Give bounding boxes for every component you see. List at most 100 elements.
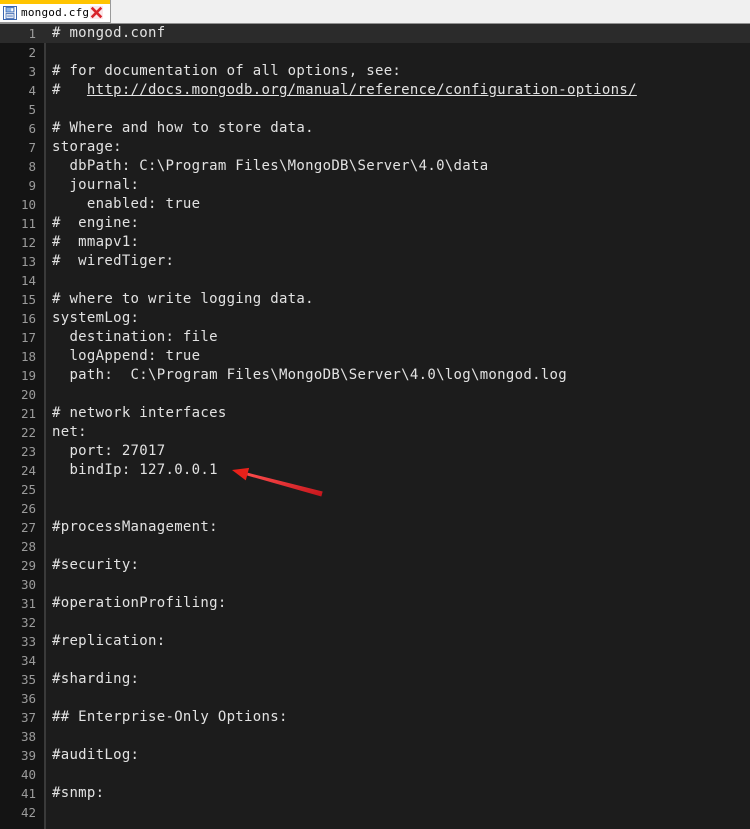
- editor-line[interactable]: 4 # http://docs.mongodb.org/manual/refere…: [0, 81, 750, 100]
- line-number: 17: [20, 330, 36, 345]
- line-text: dbPath: C:\Program Files\MongoDB\Server\…: [52, 158, 489, 174]
- code-editor[interactable]: 1 # mongod.conf 2 3 # for documentation of a…: [0, 24, 750, 829]
- editor-line[interactable]: 37 ## Enterprise-Only Options:: [0, 708, 750, 727]
- documentation-link[interactable]: http://docs.mongodb.org/manual/reference…: [87, 82, 637, 98]
- line-text: # engine:: [52, 215, 140, 231]
- line-number: 24: [20, 463, 36, 478]
- line-text: #operationProfiling:: [52, 595, 227, 611]
- editor-line[interactable]: 7 storage:: [0, 138, 750, 157]
- line-number: 10: [20, 197, 36, 212]
- line-number: 3: [28, 64, 36, 79]
- tab-mongod-cfg[interactable]: mongod.cfg: [0, 0, 111, 23]
- line-number: 9: [28, 178, 36, 193]
- tab-strip: mongod.cfg: [0, 0, 750, 24]
- editor-line[interactable]: 27 #processManagement:: [0, 518, 750, 537]
- editor-line[interactable]: 19 path: C:\Program Files\MongoDB\Server…: [0, 366, 750, 385]
- line-text: ## Enterprise-Only Options:: [52, 709, 288, 725]
- close-icon[interactable]: [90, 6, 104, 19]
- editor-line[interactable]: 18 logAppend: true: [0, 347, 750, 366]
- tab-active-accent: [0, 0, 110, 4]
- editor-line[interactable]: 13 # wiredTiger:: [0, 252, 750, 271]
- line-text: #auditLog:: [52, 747, 140, 763]
- editor-line[interactable]: 16 systemLog:: [0, 309, 750, 328]
- editor-line[interactable]: 1 # mongod.conf: [0, 24, 750, 43]
- line-number: 38: [20, 729, 36, 744]
- line-text: logAppend: true: [52, 348, 201, 364]
- editor-line[interactable]: 24 bindIp: 127.0.0.1: [0, 461, 750, 480]
- editor-line[interactable]: 28: [0, 537, 750, 556]
- line-text: # where to write logging data.: [52, 291, 314, 307]
- line-number: 39: [20, 748, 36, 763]
- line-text: port: 27017: [52, 443, 166, 459]
- editor-line[interactable]: 36: [0, 689, 750, 708]
- line-number: 32: [20, 615, 36, 630]
- line-number: 14: [20, 273, 36, 288]
- editor-line[interactable]: 40: [0, 765, 750, 784]
- editor-line[interactable]: 12 # mmapv1:: [0, 233, 750, 252]
- editor-line[interactable]: 25: [0, 480, 750, 499]
- line-text: #replication:: [52, 633, 166, 649]
- editor-line[interactable]: 34: [0, 651, 750, 670]
- line-number: 6: [28, 121, 36, 136]
- editor-line[interactable]: 11 # engine:: [0, 214, 750, 233]
- line-number: 7: [28, 140, 36, 155]
- editor-line[interactable]: 6 # Where and how to store data.: [0, 119, 750, 138]
- editor-lines[interactable]: 1 # mongod.conf 2 3 # for documentation of a…: [0, 24, 750, 829]
- editor-line[interactable]: 32: [0, 613, 750, 632]
- editor-line[interactable]: 30: [0, 575, 750, 594]
- editor-line[interactable]: 14: [0, 271, 750, 290]
- editor-line[interactable]: 41 #snmp:: [0, 784, 750, 803]
- editor-line[interactable]: 38: [0, 727, 750, 746]
- line-number: 27: [20, 520, 36, 535]
- line-text: path: C:\Program Files\MongoDB\Server\4.…: [52, 367, 567, 383]
- save-disk-icon: [3, 5, 17, 20]
- editor-line[interactable]: 35 #sharding:: [0, 670, 750, 689]
- editor-line[interactable]: 5: [0, 100, 750, 119]
- line-number: 42: [20, 805, 36, 820]
- line-number: 21: [20, 406, 36, 421]
- editor-line[interactable]: 9 journal:: [0, 176, 750, 195]
- line-number: 31: [20, 596, 36, 611]
- editor-line[interactable]: 29 #security:: [0, 556, 750, 575]
- line-number: 2: [28, 45, 36, 60]
- editor-line[interactable]: 23 port: 27017: [0, 442, 750, 461]
- editor-line[interactable]: 33 #replication:: [0, 632, 750, 651]
- editor-line[interactable]: 10 enabled: true: [0, 195, 750, 214]
- line-number: 33: [20, 634, 36, 649]
- editor-line[interactable]: 8 dbPath: C:\Program Files\MongoDB\Serve…: [0, 157, 750, 176]
- line-number: 37: [20, 710, 36, 725]
- line-text: # http://docs.mongodb.org/manual/referen…: [52, 82, 637, 98]
- editor-line[interactable]: 2: [0, 43, 750, 62]
- line-number: 19: [20, 368, 36, 383]
- editor-line[interactable]: 42: [0, 803, 750, 822]
- editor-line[interactable]: 21 # network interfaces: [0, 404, 750, 423]
- line-number: 4: [28, 83, 36, 98]
- editor-line[interactable]: 22 net:: [0, 423, 750, 442]
- editor-line[interactable]: 26: [0, 499, 750, 518]
- editor-line[interactable]: 17 destination: file: [0, 328, 750, 347]
- line-text: # for documentation of all options, see:: [52, 63, 402, 79]
- line-text: #processManagement:: [52, 519, 218, 535]
- editor-line[interactable]: 20: [0, 385, 750, 404]
- line-text: storage:: [52, 139, 122, 155]
- line-text: # Where and how to store data.: [52, 120, 314, 136]
- line-text: enabled: true: [52, 196, 201, 212]
- line-number: 25: [20, 482, 36, 497]
- line-number: 16: [20, 311, 36, 326]
- line-number: 40: [20, 767, 36, 782]
- line-number: 18: [20, 349, 36, 364]
- editor-line[interactable]: 31 #operationProfiling:: [0, 594, 750, 613]
- editor-line[interactable]: 3 # for documentation of all options, see…: [0, 62, 750, 81]
- line-number: 41: [20, 786, 36, 801]
- line-number: 22: [20, 425, 36, 440]
- editor-line[interactable]: 39 #auditLog:: [0, 746, 750, 765]
- line-number: 15: [20, 292, 36, 307]
- editor-line[interactable]: 15 # where to write logging data.: [0, 290, 750, 309]
- line-text: net:: [52, 424, 87, 440]
- line-number: 35: [20, 672, 36, 687]
- line-number: 13: [20, 254, 36, 269]
- line-number: 30: [20, 577, 36, 592]
- line-number: 28: [20, 539, 36, 554]
- line-text: destination: file: [52, 329, 218, 345]
- line-text: #security:: [52, 557, 140, 573]
